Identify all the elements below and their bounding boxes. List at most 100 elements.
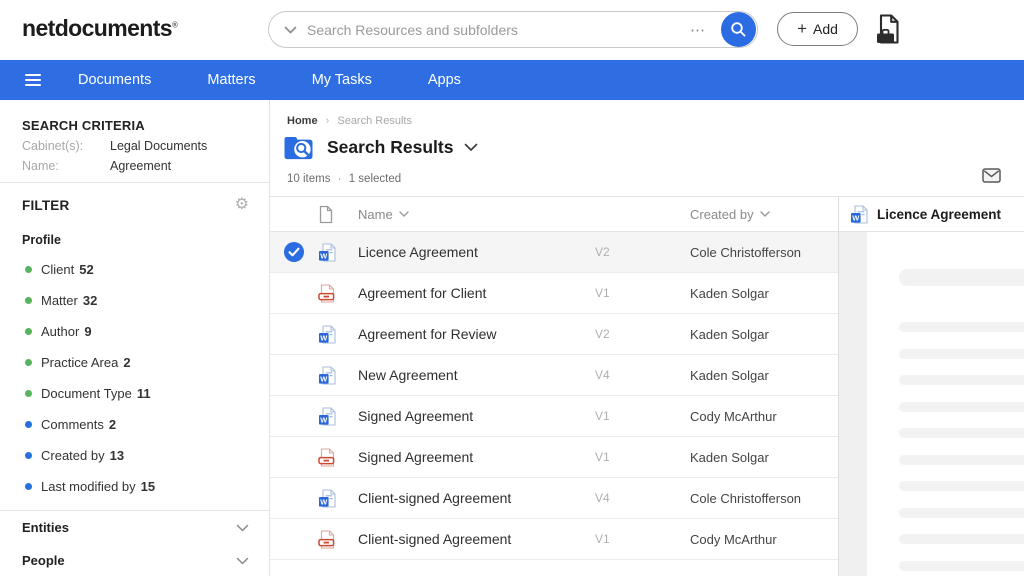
- gear-icon[interactable]: ⚙: [235, 197, 249, 213]
- filter-item-label: Client: [41, 262, 74, 277]
- word-file-icon: W: [318, 407, 358, 426]
- table-row[interactable]: Client-signed Agreement V1 Cody McArthur: [270, 519, 838, 560]
- document-version: V2: [595, 327, 690, 341]
- document-name[interactable]: Client-signed Agreement: [358, 531, 595, 547]
- breadcrumb-home-link[interactable]: Home: [287, 115, 318, 127]
- title-chevron-down-icon[interactable]: [464, 143, 478, 152]
- main-panel: Home › Search Results: [270, 100, 838, 576]
- global-search-bar: ⋯: [268, 11, 758, 48]
- filter-item-client[interactable]: Client 52: [25, 254, 269, 285]
- results-table: W Licence Agreement V2 Cole Christoffers…: [270, 232, 838, 560]
- nav-item-my-tasks[interactable]: My Tasks: [312, 72, 372, 88]
- row-checkbox[interactable]: [270, 242, 318, 262]
- filter-item-label: Last modified by: [41, 479, 136, 494]
- document-name[interactable]: Agreement for Review: [358, 326, 595, 342]
- filter-item-label: Comments: [41, 417, 104, 432]
- filter-item-practice-area[interactable]: Practice Area 2: [25, 347, 269, 378]
- skeleton-line: [899, 349, 1024, 359]
- filter-item-document-type[interactable]: Document Type 11: [25, 378, 269, 409]
- sidebar-section-entities[interactable]: Entities: [22, 511, 249, 544]
- table-row[interactable]: Signed Agreement V1 Kaden Solgar: [270, 437, 838, 478]
- filter-item-matter[interactable]: Matter 32: [25, 285, 269, 316]
- pdf-file-icon: [318, 448, 358, 467]
- filter-item-label: Author: [41, 324, 79, 339]
- criteria-value: Legal Documents: [110, 139, 207, 153]
- chevron-down-icon: [236, 524, 249, 532]
- search-scope-chevron-down-icon[interactable]: [284, 26, 297, 34]
- filter-item-count: 9: [84, 324, 91, 339]
- document-version: V1: [595, 286, 690, 300]
- table-row[interactable]: W Signed Agreement V1 Cody McArthur: [270, 396, 838, 437]
- document-preview[interactable]: [838, 232, 1024, 576]
- table-row[interactable]: W New Agreement V4 Kaden Solgar: [270, 355, 838, 396]
- skeleton-line: [899, 322, 1024, 332]
- document-name[interactable]: New Agreement: [358, 367, 595, 383]
- top-bar: netdocuments® ⋯ + Add: [0, 0, 1024, 60]
- table-header: Name Created by: [270, 196, 838, 232]
- document-name[interactable]: Agreement for Client: [358, 285, 595, 301]
- search-criteria-title: SEARCH CRITERIA: [22, 118, 269, 133]
- hamburger-menu-icon[interactable]: [25, 74, 41, 86]
- table-row[interactable]: W Agreement for Review V2 Kaden Solgar: [270, 314, 838, 355]
- table-row[interactable]: W Client-signed Agreement V4 Cole Christ…: [270, 478, 838, 519]
- search-icon: [730, 21, 747, 38]
- document-name[interactable]: Signed Agreement: [358, 449, 595, 465]
- document-creator: Cody McArthur: [690, 532, 838, 547]
- column-header-created-by[interactable]: Created by: [690, 207, 838, 222]
- column-header-name[interactable]: Name: [358, 207, 595, 222]
- preview-panel: W Licence Agreement: [838, 100, 1024, 576]
- filter-item-last-modified-by[interactable]: Last modified by 15: [25, 471, 269, 502]
- nav-item-matters[interactable]: Matters: [207, 72, 255, 88]
- content-area: SEARCH CRITERIA Cabinet(s): Legal Docume…: [0, 100, 1024, 576]
- sidebar: SEARCH CRITERIA Cabinet(s): Legal Docume…: [0, 100, 270, 576]
- email-icon[interactable]: [982, 168, 1001, 188]
- filter-item-count: 2: [123, 355, 130, 370]
- skeleton-line: [899, 534, 1024, 544]
- document-version: V4: [595, 368, 690, 382]
- pdf-file-icon: [318, 284, 358, 303]
- selected-count: 1 selected: [349, 173, 401, 185]
- skeleton-line: [899, 481, 1024, 491]
- breadcrumb-current: Search Results: [337, 115, 412, 127]
- add-button[interactable]: + Add: [777, 12, 858, 46]
- plus-icon: +: [797, 19, 807, 39]
- word-file-icon: W: [318, 243, 358, 262]
- word-file-icon: W: [850, 205, 868, 224]
- app-logo[interactable]: netdocuments®: [22, 15, 177, 42]
- sidebar-section-label: Entities: [22, 520, 69, 535]
- column-label: Created by: [690, 207, 754, 222]
- briefcase-document-icon[interactable]: [874, 13, 902, 51]
- filter-header: FILTER ⚙: [22, 195, 249, 215]
- document-name[interactable]: Client-signed Agreement: [358, 490, 595, 506]
- search-options-button[interactable]: ⋯: [690, 21, 707, 39]
- skeleton-line: [899, 269, 1024, 286]
- filter-item-created-by[interactable]: Created by 13: [25, 440, 269, 471]
- word-file-icon: W: [318, 489, 358, 508]
- nav-item-documents[interactable]: Documents: [78, 72, 151, 88]
- filter-item-count: 52: [79, 262, 93, 277]
- document-creator: Kaden Solgar: [690, 286, 838, 301]
- filter-item-comments[interactable]: Comments 2: [25, 409, 269, 440]
- search-button[interactable]: [721, 12, 756, 47]
- trademark-symbol: ®: [172, 20, 177, 29]
- nav-item-apps[interactable]: Apps: [428, 72, 461, 88]
- filter-list: Client 52 Matter 32 Author 9 Practice Ar…: [0, 254, 269, 502]
- table-row[interactable]: Agreement for Client V1 Kaden Solgar: [270, 273, 838, 314]
- document-name[interactable]: Signed Agreement: [358, 408, 595, 424]
- document-name[interactable]: Licence Agreement: [358, 244, 595, 260]
- filter-dot-icon: [25, 328, 32, 335]
- table-row[interactable]: W Licence Agreement V2 Cole Christoffers…: [270, 232, 838, 273]
- filter-item-author[interactable]: Author 9: [25, 316, 269, 347]
- filter-dot-icon: [25, 452, 32, 459]
- logo-text: netdocuments: [22, 15, 172, 41]
- title-row: Search Results: [283, 132, 478, 162]
- filter-dot-icon: [25, 359, 32, 366]
- page-title: Search Results: [327, 137, 453, 158]
- preview-title: Licence Agreement: [877, 207, 1001, 222]
- search-input[interactable]: [307, 22, 690, 38]
- filter-item-count: 13: [110, 448, 124, 463]
- netdocuments-app: netdocuments® ⋯ + Add: [0, 0, 1024, 576]
- word-file-icon: W: [318, 325, 358, 344]
- document-version: V4: [595, 491, 690, 505]
- sidebar-section-people[interactable]: People: [22, 544, 249, 576]
